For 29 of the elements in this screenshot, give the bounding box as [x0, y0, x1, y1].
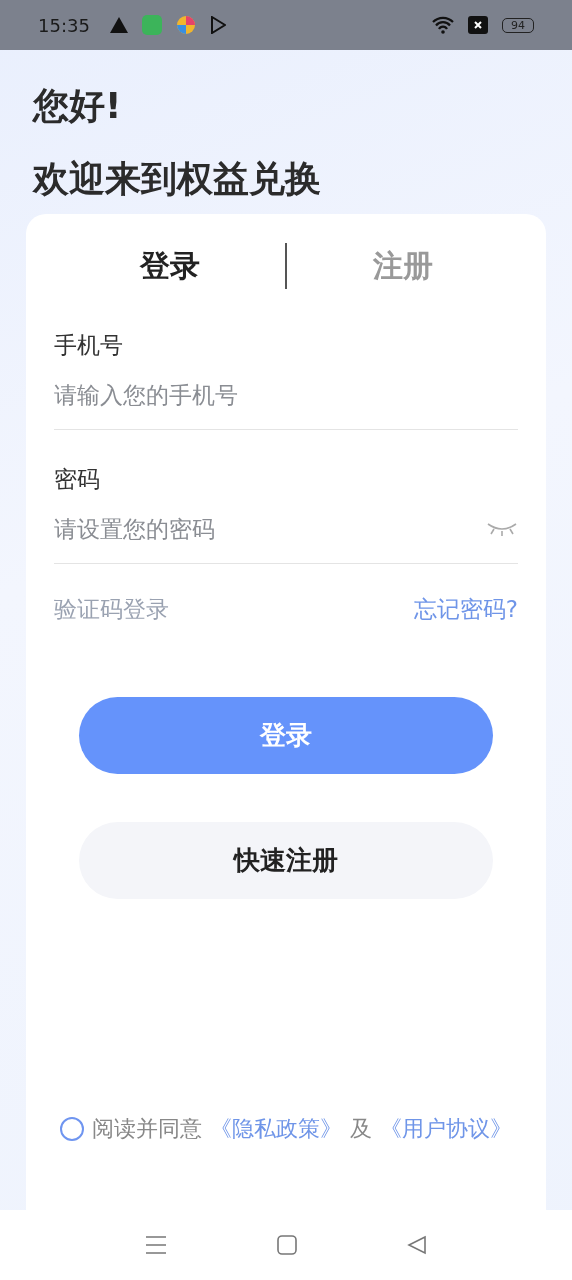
- home-icon[interactable]: [277, 1235, 297, 1255]
- field-label: 手机号: [54, 331, 124, 360]
- sms-login-link[interactable]: 验证码登录: [54, 594, 169, 625]
- app-icon: [141, 15, 162, 35]
- agree-radio[interactable]: [60, 1117, 84, 1141]
- conjunction-text: 及: [350, 1115, 372, 1143]
- tab[interactable]: 登录: [54, 244, 285, 288]
- tab[interactable]: 注册: [287, 244, 518, 288]
- user-agreement-link[interactable]: 《用户协议》: [380, 1114, 512, 1144]
- forgot-password-link[interactable]: 忘记密码?: [413, 594, 518, 625]
- close-icon: [468, 16, 488, 34]
- back-icon[interactable]: [407, 1235, 427, 1255]
- colorful-app-icon: [175, 15, 196, 35]
- login-button[interactable]: 登录: [79, 697, 493, 774]
- agreement-text: 阅读并同意: [92, 1115, 202, 1143]
- privacy-policy-link[interactable]: 《隐私政策》: [210, 1114, 342, 1144]
- play-icon: [209, 16, 226, 34]
- quick-register-button[interactable]: 快速注册: [79, 822, 493, 899]
- page-title: 欢迎来到权益兑换: [33, 157, 322, 201]
- eye-closed-icon[interactable]: [486, 521, 518, 537]
- wifi-icon: [432, 16, 454, 34]
- field-label: 密码: [54, 465, 101, 494]
- password-field[interactable]: 请设置您的密码: [54, 499, 486, 559]
- menu-icon[interactable]: [145, 1235, 167, 1255]
- status-time: 15:35: [38, 14, 90, 36]
- warning-icon: [109, 17, 128, 33]
- greeting: 您好!: [33, 84, 123, 128]
- battery-indicator: 94: [502, 17, 534, 33]
- phone-field[interactable]: 请输入您的手机号: [54, 365, 518, 425]
